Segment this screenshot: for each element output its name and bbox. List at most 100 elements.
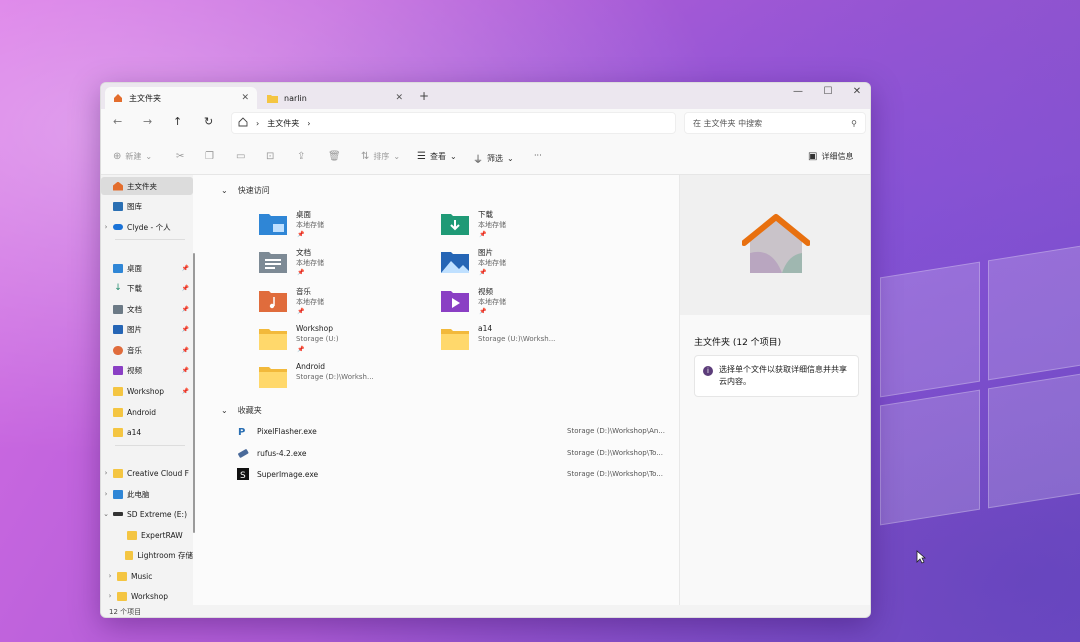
sidebar-item-music-folder[interactable]: › Music	[101, 567, 193, 585]
sidebar-item-workshop-folder[interactable]: › Workshop	[101, 587, 193, 605]
copy-button[interactable]: ❐	[205, 151, 214, 162]
favorites-header[interactable]: ⌄ 收藏夹	[221, 405, 262, 416]
sidebar-item-label: Music	[131, 571, 153, 581]
minimize-button[interactable]: —	[783, 86, 813, 97]
document-folder-icon	[259, 252, 287, 273]
address-bar[interactable]: › 主文件夹 ›	[231, 112, 676, 134]
new-tab-button[interactable]: +	[419, 89, 429, 103]
refresh-icon[interactable]: ↻	[204, 115, 213, 128]
sidebar-item-a14[interactable]: a14	[101, 423, 193, 441]
pin-icon[interactable]: 📌	[182, 265, 189, 272]
sidebar-item-documents[interactable]: 文档 📌	[101, 300, 193, 318]
sidebar-item-expertraw[interactable]: ExpertRAW	[101, 526, 193, 544]
chevron-right-icon[interactable]: ›	[101, 223, 111, 231]
details-pane-button[interactable]: ▣ 详细信息	[808, 151, 853, 162]
item-location: Storage (U:)\Worksh...	[478, 335, 556, 343]
quick-access-item-pictures[interactable]: 图片 本地存储 📌	[441, 247, 611, 283]
chevron-down-icon[interactable]: ⌄	[221, 406, 228, 415]
folder-icon	[267, 94, 278, 103]
pin-icon[interactable]: 📌	[182, 326, 189, 333]
navigation-pane: 主文件夹 图库 › Clyde - 个人 桌面 📌 ↓ 下载 📌 文档 📌 图片…	[101, 175, 193, 605]
chevron-right-icon[interactable]: ›	[105, 572, 115, 580]
quick-access-item-documents[interactable]: 文档 本地存储 📌	[259, 247, 429, 283]
sidebar-item-onedrive[interactable]: › Clyde - 个人	[101, 218, 193, 236]
quick-access-item-android[interactable]: Android Storage (D:)\Worksh...	[259, 362, 429, 398]
favorite-item[interactable]: P PixelFlasher.exe Storage (D:)\Workshop…	[237, 422, 667, 440]
quick-access-item-videos[interactable]: 视频 本地存储 📌	[441, 286, 611, 322]
sidebar-item-music[interactable]: 音乐 📌	[101, 341, 193, 359]
quick-access-item-workshop[interactable]: Workshop Storage (U:) 📌	[259, 324, 429, 360]
item-name: 音乐	[296, 287, 311, 296]
delete-button[interactable]: 🗑	[328, 151, 341, 162]
sidebar-item-sd-extreme[interactable]: ⌄ SD Extreme (E:)	[101, 505, 193, 523]
file-path: Storage (D:)\Workshop\An...	[567, 427, 665, 435]
home-icon[interactable]	[238, 117, 248, 129]
preview-area	[680, 175, 870, 315]
cut-button[interactable]: ✂	[176, 151, 184, 162]
sidebar-item-label: Workshop	[127, 386, 165, 396]
forward-arrow-icon[interactable]: →	[143, 115, 152, 128]
sidebar-item-lightroom[interactable]: Lightroom 存储	[101, 546, 193, 564]
paste-icon: ▭	[236, 151, 246, 162]
pin-icon[interactable]: 📌	[182, 347, 189, 354]
share-button[interactable]: ⇪	[297, 151, 305, 162]
music-icon	[113, 345, 123, 355]
chevron-right-icon[interactable]: ›	[101, 490, 111, 498]
paste-button[interactable]: ▭	[236, 151, 245, 162]
quick-access-item-a14[interactable]: a14 Storage (U:)\Worksh...	[441, 324, 611, 360]
breadcrumb-separator[interactable]: ›	[307, 119, 310, 128]
sidebar-item-creative-cloud[interactable]: › Creative Cloud F	[101, 464, 193, 482]
up-arrow-icon[interactable]: ↑	[173, 115, 182, 128]
view-label: 查看	[429, 152, 446, 161]
sidebar-item-workshop[interactable]: Workshop 📌	[101, 382, 193, 400]
breadcrumb-separator[interactable]: ›	[256, 119, 259, 128]
search-input[interactable]: 在 主文件夹 中搜索	[693, 118, 851, 129]
view-button[interactable]: ☰ 查看 ⌄	[417, 151, 457, 162]
sort-icon: ⇅	[361, 151, 370, 162]
pin-icon[interactable]: 📌	[182, 306, 189, 313]
folder-icon	[113, 407, 123, 417]
quick-access-item-downloads[interactable]: 下载 本地存储 📌	[441, 209, 611, 245]
sidebar-item-downloads[interactable]: ↓ 下载 📌	[101, 279, 193, 297]
favorite-item[interactable]: S SuperImage.exe Storage (D:)\Workshop\T…	[237, 465, 667, 483]
quick-access-item-desktop[interactable]: 桌面 本地存储 📌	[259, 209, 429, 245]
quick-access-item-music[interactable]: 音乐 本地存储 📌	[259, 286, 429, 322]
pin-icon[interactable]: 📌	[182, 367, 189, 374]
new-button[interactable]: ⊕ 新建 ⌄	[113, 151, 152, 162]
rename-button[interactable]: ⊡	[266, 151, 274, 162]
favorite-item[interactable]: rufus-4.2.exe Storage (D:)\Workshop\To..…	[237, 444, 667, 462]
pin-icon[interactable]: 📌	[182, 285, 189, 292]
video-folder-icon	[441, 291, 469, 312]
sidebar-item-videos[interactable]: 视频 📌	[101, 361, 193, 379]
sidebar-item-android[interactable]: Android	[101, 403, 193, 421]
sort-button[interactable]: ⇅ 排序 ⌄	[361, 151, 400, 162]
sidebar-item-home[interactable]: 主文件夹	[101, 177, 193, 195]
close-tab-icon[interactable]: ✕	[241, 93, 249, 103]
close-window-button[interactable]: ✕	[842, 86, 870, 97]
sidebar-item-desktop[interactable]: 桌面 📌	[101, 259, 193, 277]
pin-icon: 📌	[479, 308, 487, 315]
maximize-button[interactable]: ☐	[813, 86, 843, 97]
sidebar-item-this-pc[interactable]: › 此电脑	[101, 485, 193, 503]
sidebar-item-gallery[interactable]: 图库	[101, 197, 193, 215]
back-arrow-icon[interactable]: ←	[113, 115, 122, 128]
sidebar-scrollbar[interactable]	[193, 253, 195, 533]
chevron-down-icon[interactable]: ⌄	[101, 510, 111, 518]
tab-narlin[interactable]: narlin ✕	[259, 87, 411, 109]
search-box[interactable]: 在 主文件夹 中搜索 ⚲	[684, 112, 866, 134]
quick-access-header[interactable]: ⌄ 快速访问	[221, 185, 270, 196]
details-pane-icon: ▣	[808, 151, 818, 162]
home-large-icon	[742, 214, 810, 273]
pin-icon[interactable]: 📌	[182, 388, 189, 395]
new-plus-icon: ⊕	[113, 151, 122, 162]
chevron-right-icon[interactable]: ›	[101, 469, 111, 477]
breadcrumb-home[interactable]: 主文件夹	[267, 118, 299, 129]
tab-home[interactable]: 主文件夹 ✕	[105, 87, 257, 109]
sidebar-item-pictures[interactable]: 图片 📌	[101, 320, 193, 338]
close-tab-icon[interactable]: ✕	[395, 93, 403, 103]
filter-button[interactable]: ⏚ 筛选 ⌄	[473, 151, 514, 166]
item-location: Storage (D:)\Worksh...	[296, 373, 374, 381]
more-options-button[interactable]: ···	[534, 151, 542, 160]
chevron-right-icon[interactable]: ›	[105, 592, 115, 600]
chevron-down-icon[interactable]: ⌄	[221, 186, 228, 195]
